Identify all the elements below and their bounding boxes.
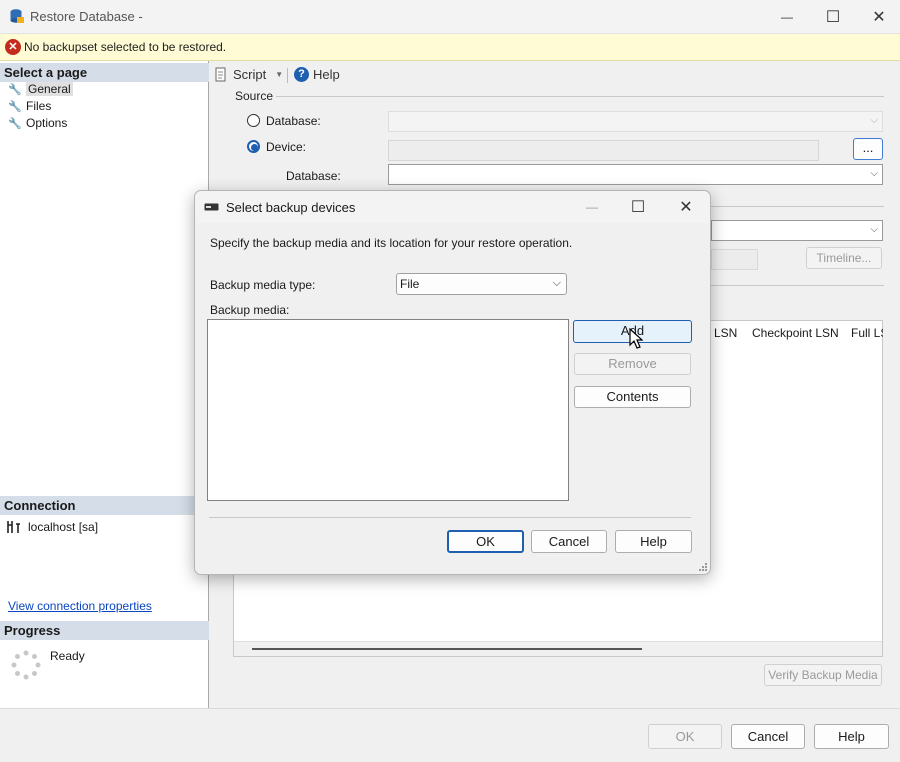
database-radio[interactable] [247, 114, 260, 127]
bottom-button-bar: OK Cancel Help [0, 708, 900, 762]
backup-media-list[interactable] [207, 319, 569, 501]
view-connection-properties-link[interactable]: View connection properties [8, 599, 152, 613]
error-icon: ✕ [5, 39, 21, 55]
scrollbar-thumb[interactable] [252, 648, 642, 650]
ok-button[interactable]: OK [648, 724, 722, 749]
window-title: Restore Database - [30, 9, 143, 24]
verify-backup-media-button[interactable]: Verify Backup Media [764, 664, 882, 686]
timeline-button[interactable]: Timeline... [806, 247, 882, 269]
chevron-down-icon: ⌵ [870, 168, 878, 179]
source-group-label: Source [235, 89, 274, 103]
database-radio-label: Database: [266, 114, 321, 128]
script-button[interactable]: Script ▼ [214, 67, 283, 82]
database-sub-label: Database: [286, 169, 341, 183]
page-item-files[interactable]: 🔧 Files [8, 99, 51, 113]
source-divider [276, 96, 884, 97]
minimize-icon: — [781, 10, 793, 24]
connection-server-label: localhost [sa] [28, 520, 99, 534]
error-message-bar: ✕ No backupset selected to be restored. [0, 34, 900, 61]
page-item-options[interactable]: 🔧 Options [8, 116, 67, 130]
restore-plan-divider [711, 285, 884, 286]
device-radio-label: Device: [266, 140, 307, 154]
chevron-down-icon: ⌵ [552, 277, 561, 289]
progress-header: Progress [0, 621, 209, 640]
maximize-button[interactable]: ☐ [810, 4, 856, 30]
browse-device-button[interactable]: ... [853, 138, 883, 160]
backup-media-type-value: File [400, 277, 420, 291]
backup-media-label: Backup media: [210, 303, 290, 317]
dialog-description: Specify the backup media and its locatio… [210, 236, 573, 250]
wrench-icon: 🔧 [8, 117, 22, 130]
help-label: Help [313, 67, 340, 82]
tape-drive-icon [204, 203, 219, 211]
minimize-button[interactable]: — [764, 4, 810, 30]
dialog-cancel-button[interactable]: Cancel [531, 530, 607, 553]
resize-grip-icon[interactable] [698, 562, 708, 572]
horizontal-scrollbar[interactable] [234, 641, 882, 656]
left-pane: Select a page 🔧 General 🔧 Files 🔧 Option… [0, 61, 209, 708]
minimize-icon: — [586, 200, 598, 214]
dialog-maximize-button[interactable]: ☐ [615, 194, 661, 220]
close-icon: ✕ [872, 9, 886, 26]
toolbar-separator [287, 68, 288, 83]
progress-status: Ready [50, 649, 85, 663]
select-page-header: Select a page [0, 63, 209, 82]
dialog-ok-button[interactable]: OK [447, 530, 524, 553]
help-bottom-button[interactable]: Help [814, 724, 889, 749]
wrench-icon: 🔧 [8, 100, 22, 113]
script-label: Script [233, 67, 267, 82]
help-button[interactable]: ? Help [294, 67, 340, 82]
script-icon [215, 67, 226, 82]
maximize-icon: ☐ [630, 199, 646, 216]
wrench-icon: 🔧 [8, 83, 22, 96]
close-icon: ✕ [679, 199, 693, 216]
mouse-pointer-icon [629, 328, 643, 349]
contents-button[interactable]: Contents [574, 386, 691, 408]
restore-to-field [711, 249, 758, 270]
page-item-general[interactable]: 🔧 General [8, 82, 73, 96]
chevron-down-icon: ▼ [275, 70, 284, 79]
page-item-label: Files [26, 99, 52, 113]
database-app-icon [10, 9, 24, 23]
chevron-down-icon: ⌵ [870, 115, 878, 126]
source-database-combo[interactable]: ⌵ [388, 111, 883, 132]
server-connection-icon [7, 521, 20, 533]
connection-server: localhost [sa] [6, 520, 98, 534]
progress-spinner-icon [11, 650, 41, 680]
dialog-close-button[interactable]: ✕ [663, 194, 709, 220]
maximize-icon: ☐ [825, 9, 841, 26]
database-combo[interactable]: ⌵ [388, 164, 883, 185]
backup-media-type-select[interactable]: File ⌵ [396, 273, 567, 295]
dialog-minimize-button[interactable]: — [569, 194, 615, 220]
column-header-checkpoint-lsn: Checkpoint LSN [752, 326, 839, 340]
column-header-lsn: LSN [714, 326, 738, 340]
dialog-title-bar: Select backup devices — ☐ ✕ [195, 191, 710, 223]
device-path-field[interactable] [388, 140, 819, 161]
error-message: No backupset selected to be restored. [24, 40, 227, 54]
cancel-button[interactable]: Cancel [731, 724, 805, 749]
close-button[interactable]: ✕ [856, 4, 900, 30]
connection-header: Connection [0, 496, 194, 515]
restore-to-combo[interactable]: ⌵ [711, 220, 883, 241]
column-header-full-lsn: Full LS [851, 326, 883, 340]
chevron-down-icon: ⌵ [870, 224, 878, 235]
dialog-help-button[interactable]: Help [615, 530, 692, 553]
window-title-bar: Restore Database - — ☐ ✕ [0, 0, 900, 34]
select-backup-devices-dialog: Select backup devices — ☐ ✕ Specify the … [194, 190, 711, 575]
page-item-label: General [26, 82, 73, 96]
dialog-divider [209, 517, 691, 518]
help-icon: ? [294, 67, 309, 82]
destination-divider [711, 206, 884, 207]
device-radio[interactable] [247, 140, 260, 153]
remove-button[interactable]: Remove [574, 353, 691, 375]
page-item-label: Options [26, 116, 68, 130]
backup-media-type-label: Backup media type: [210, 278, 316, 292]
dialog-title: Select backup devices [226, 200, 356, 215]
